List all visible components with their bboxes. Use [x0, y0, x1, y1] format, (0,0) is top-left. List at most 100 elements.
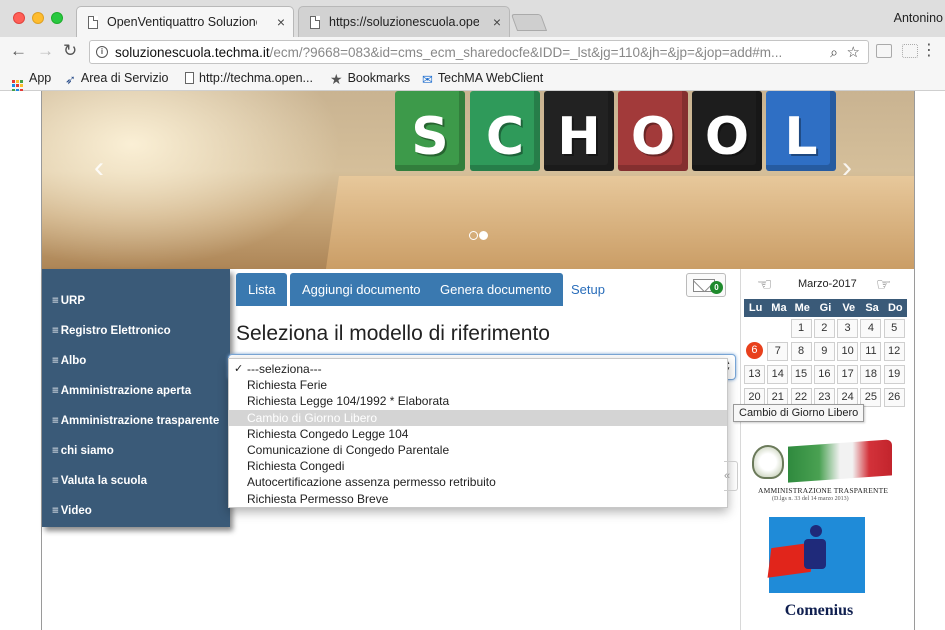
weekday-label: Ve [842, 302, 856, 314]
close-window-button[interactable] [13, 12, 25, 24]
calendar-day[interactable]: 2 [813, 319, 835, 338]
carousel-dot[interactable] [469, 231, 478, 240]
bookmarks-bar: App ➶ Area di Servizio http://techma.open… [0, 67, 945, 92]
bookmark-star-icon[interactable]: ☆ [847, 43, 860, 61]
calendar-day[interactable]: 16 [813, 365, 835, 384]
carousel-prev-icon[interactable]: ‹ [94, 151, 104, 185]
bookmark-label: http://techma.open... [199, 71, 313, 85]
dropdown-option[interactable]: Richiesta Permesso Breve [229, 491, 727, 507]
calendar-week-row: 13 14 15 16 17 18 19 [744, 365, 907, 386]
letter-block: O [692, 91, 762, 171]
tab-lista[interactable]: Lista [236, 273, 288, 306]
partially-hidden-button[interactable]: « [724, 461, 738, 491]
page-border-right [914, 91, 915, 630]
dropdown-option[interactable]: Comunicazione di Congedo Parentale [229, 442, 727, 458]
tab-aggiungi-documento[interactable]: Aggiungi documento [290, 273, 433, 306]
close-tab-icon[interactable]: × [493, 14, 501, 30]
calendar-day-today[interactable]: 6 [744, 342, 765, 361]
back-arrow-icon[interactable]: ← [10, 42, 27, 60]
calendar-day[interactable]: 1 [790, 319, 812, 338]
calendar-day[interactable]: 5 [883, 319, 905, 338]
setup-link[interactable]: Setup [571, 282, 605, 297]
minimize-window-button[interactable] [32, 12, 44, 24]
url-text[interactable]: soluzionescuola.techma.it/ecm/?9668=083&… [115, 45, 805, 60]
calendar-prev-hand-icon[interactable]: ☜ [757, 275, 772, 295]
calendar-day[interactable]: 8 [790, 342, 812, 361]
url-path: /ecm/?9668=083&id=cms_ecm_sharedocfe&IDD… [269, 45, 783, 60]
browser-tab-inactive[interactable]: https://soluzionescuola.openventiquattro… [298, 6, 510, 37]
block-letter: O [630, 107, 676, 167]
calendar-day[interactable]: 9 [813, 342, 835, 361]
bookmark-area-di-servizio[interactable]: ➶ Area di Servizio [65, 71, 168, 88]
comenius-logo[interactable]: Comenius [766, 515, 872, 630]
sidebar-item-urp[interactable]: URP [52, 295, 85, 307]
info-icon[interactable]: i [96, 46, 108, 58]
bookmark-app[interactable]: App [12, 71, 51, 92]
letter-block: O [618, 91, 688, 171]
letter-block: H [544, 91, 614, 171]
address-bar[interactable]: i soluzionescuola.techma.it/ecm/?9668=08… [89, 40, 869, 64]
menu-kebab-icon[interactable]: ⋮ [921, 43, 937, 59]
sidebar-item-amministrazione-aperta[interactable]: Amministrazione aperta [52, 385, 191, 397]
weekday-label: Sa [865, 302, 879, 314]
calendar-day[interactable]: 13 [744, 365, 765, 384]
dropdown-option[interactable]: Autocertificazione assenza permesso retr… [229, 474, 727, 490]
calendar-grid: 1 2 3 4 5 6 7 8 9 10 11 12 13 14 15 16 17 18 19 20 21 22 23 24 2… [744, 319, 907, 411]
tab-genera-documento[interactable]: Genera documento [428, 273, 564, 306]
right-column-divider [740, 269, 741, 630]
bookmark-techma-webclient[interactable]: ✉ TechMA WebClient [422, 71, 543, 88]
calendar-next-hand-icon[interactable]: ☞ [876, 275, 891, 295]
carousel-next-icon[interactable]: › [842, 151, 852, 185]
comenius-figure-head [810, 525, 822, 537]
forward-arrow-icon[interactable]: → [37, 42, 54, 60]
calendar-day[interactable]: 17 [837, 365, 859, 384]
sidebar-item-registro-elettronico[interactable]: Registro Elettronico [52, 325, 171, 337]
dropdown-option[interactable]: Richiesta Congedo Legge 104 [229, 426, 727, 442]
calendar-day[interactable]: 26 [883, 388, 905, 407]
calendar-day[interactable]: 11 [860, 342, 882, 361]
reload-icon[interactable]: ↻ [63, 42, 77, 60]
calendar-day[interactable]: 3 [837, 319, 859, 338]
sidebar-item-video[interactable]: Video [52, 505, 92, 517]
dropdown-option[interactable]: Richiesta Congedi [229, 458, 727, 474]
calendar-day[interactable]: 7 [767, 342, 789, 361]
dropdown-option-highlighted[interactable]: Cambio di Giorno Libero [229, 409, 727, 426]
calendar-day[interactable]: 4 [860, 319, 882, 338]
browser-tab-active[interactable]: OpenVentiquattro Soluzione Scuola × [76, 6, 294, 37]
calendar-day[interactable]: 10 [837, 342, 859, 361]
search-icon[interactable]: ⌕ [830, 44, 838, 61]
italian-emblem-icon [752, 445, 784, 479]
sidebar-item-chi-siamo[interactable]: chi siamo [52, 445, 114, 457]
calendar-day[interactable]: 12 [883, 342, 905, 361]
dropdown-option[interactable]: Richiesta Ferie [229, 377, 727, 393]
banner-light [42, 91, 342, 269]
extension-qr-icon[interactable] [902, 44, 918, 58]
calendar-day[interactable]: 19 [883, 365, 905, 384]
profile-name[interactable]: Antonino [894, 11, 943, 25]
calendar-day[interactable]: 14 [767, 365, 789, 384]
bookmark-techma[interactable]: http://techma.open... [185, 71, 313, 85]
calendar-month-label: Marzo-2017 [798, 278, 857, 290]
browser-toolbar: ← → ↻ i soluzionescuola.techma.it/ecm/?9… [0, 37, 945, 67]
sidebar-item-albo[interactable]: Albo [52, 355, 87, 367]
page-icon [88, 16, 98, 29]
sidebar-item-valuta-la-scuola[interactable]: Valuta la scuola [52, 475, 147, 487]
bookmark-bookmarks[interactable]: ★ Bookmarks [330, 71, 410, 88]
new-tab-button[interactable] [510, 14, 548, 31]
dropdown-option[interactable]: Richiesta Legge 104/1992 * Elaborata [229, 393, 727, 409]
tab-title: https://soluzionescuola.openventiquattro [329, 15, 479, 29]
carousel-dot-active[interactable] [479, 231, 488, 240]
extension-icon[interactable] [876, 44, 892, 58]
calendar-week-row: 6 7 8 9 10 11 12 [744, 342, 907, 363]
bookmark-logo-icon: ➶ [65, 72, 76, 87]
sidebar-item-amministrazione-trasparente[interactable]: Amministrazione trasparente [52, 415, 220, 427]
dropdown-option[interactable]: ---seleziona--- [229, 361, 727, 377]
amministrazione-trasparente-logo[interactable]: AMMINISTRAZIONE TRASPARENTE (D.lgs n. 33… [750, 439, 893, 507]
calendar-day[interactable]: 18 [860, 365, 882, 384]
close-tab-icon[interactable]: × [277, 14, 285, 30]
letter-block: L [766, 91, 836, 171]
calendar-day[interactable]: 15 [790, 365, 812, 384]
mail-button[interactable]: 0 [686, 273, 726, 297]
block-letter: C [485, 107, 525, 167]
maximize-window-button[interactable] [51, 12, 63, 24]
